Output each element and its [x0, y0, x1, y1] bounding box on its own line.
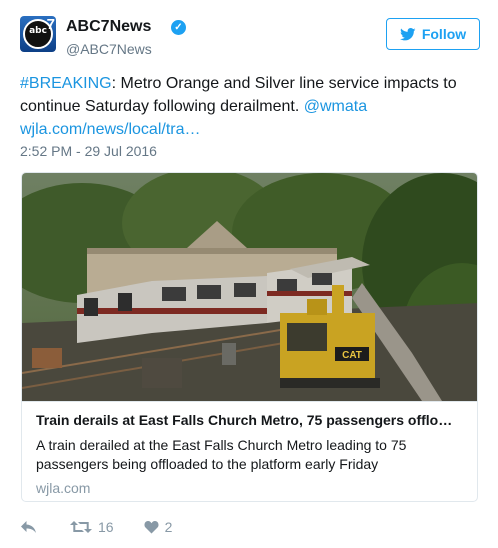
- card-domain: wjla.com: [36, 480, 91, 496]
- tweet-actions: 16 2: [20, 516, 172, 538]
- link-card[interactable]: CAT Train derails at East Falls Church M…: [21, 172, 478, 502]
- card-body[interactable]: Train derails at East Falls Church Metro…: [22, 401, 477, 501]
- like-button[interactable]: 2: [144, 519, 173, 535]
- account-name[interactable]: ABC7News: [66, 18, 151, 36]
- twitter-bird-icon: [399, 27, 416, 40]
- avatar-logo-number: 7: [46, 16, 55, 33]
- tweet-timestamp[interactable]: 2:52 PM - 29 Jul 2016: [20, 143, 157, 159]
- retweet-icon: [70, 521, 92, 533]
- retweet-count: 16: [98, 519, 114, 535]
- article-link[interactable]: wjla.com/news/local/tra…: [20, 121, 201, 138]
- retweet-button[interactable]: 16: [70, 519, 114, 535]
- account-handle[interactable]: @ABC7News: [66, 41, 152, 57]
- follow-button[interactable]: Follow: [386, 18, 480, 50]
- cat-sign-text: CAT: [342, 350, 362, 361]
- follow-button-label: Follow: [421, 26, 467, 42]
- like-count: 2: [164, 519, 173, 535]
- card-description: A train derailed at the East Falls Churc…: [36, 437, 407, 472]
- hashtag-link[interactable]: #BREAKING: [20, 75, 112, 92]
- tweet-text: #BREAKING: Metro Orange and Silver line …: [20, 72, 480, 141]
- derailment-photo: CAT: [22, 173, 477, 401]
- mention-link[interactable]: @wmata: [304, 98, 367, 115]
- verified-badge-icon: ✓: [171, 20, 186, 35]
- heart-icon: [144, 521, 159, 534]
- reply-button[interactable]: [20, 520, 40, 534]
- card-image[interactable]: CAT: [22, 173, 477, 401]
- card-title[interactable]: Train derails at East Falls Church Metro…: [36, 412, 465, 428]
- tweet-header: abc 7 ABC7News ✓ @ABC7News Follow: [20, 16, 480, 60]
- reply-icon: [21, 521, 36, 533]
- avatar[interactable]: abc 7: [20, 16, 56, 52]
